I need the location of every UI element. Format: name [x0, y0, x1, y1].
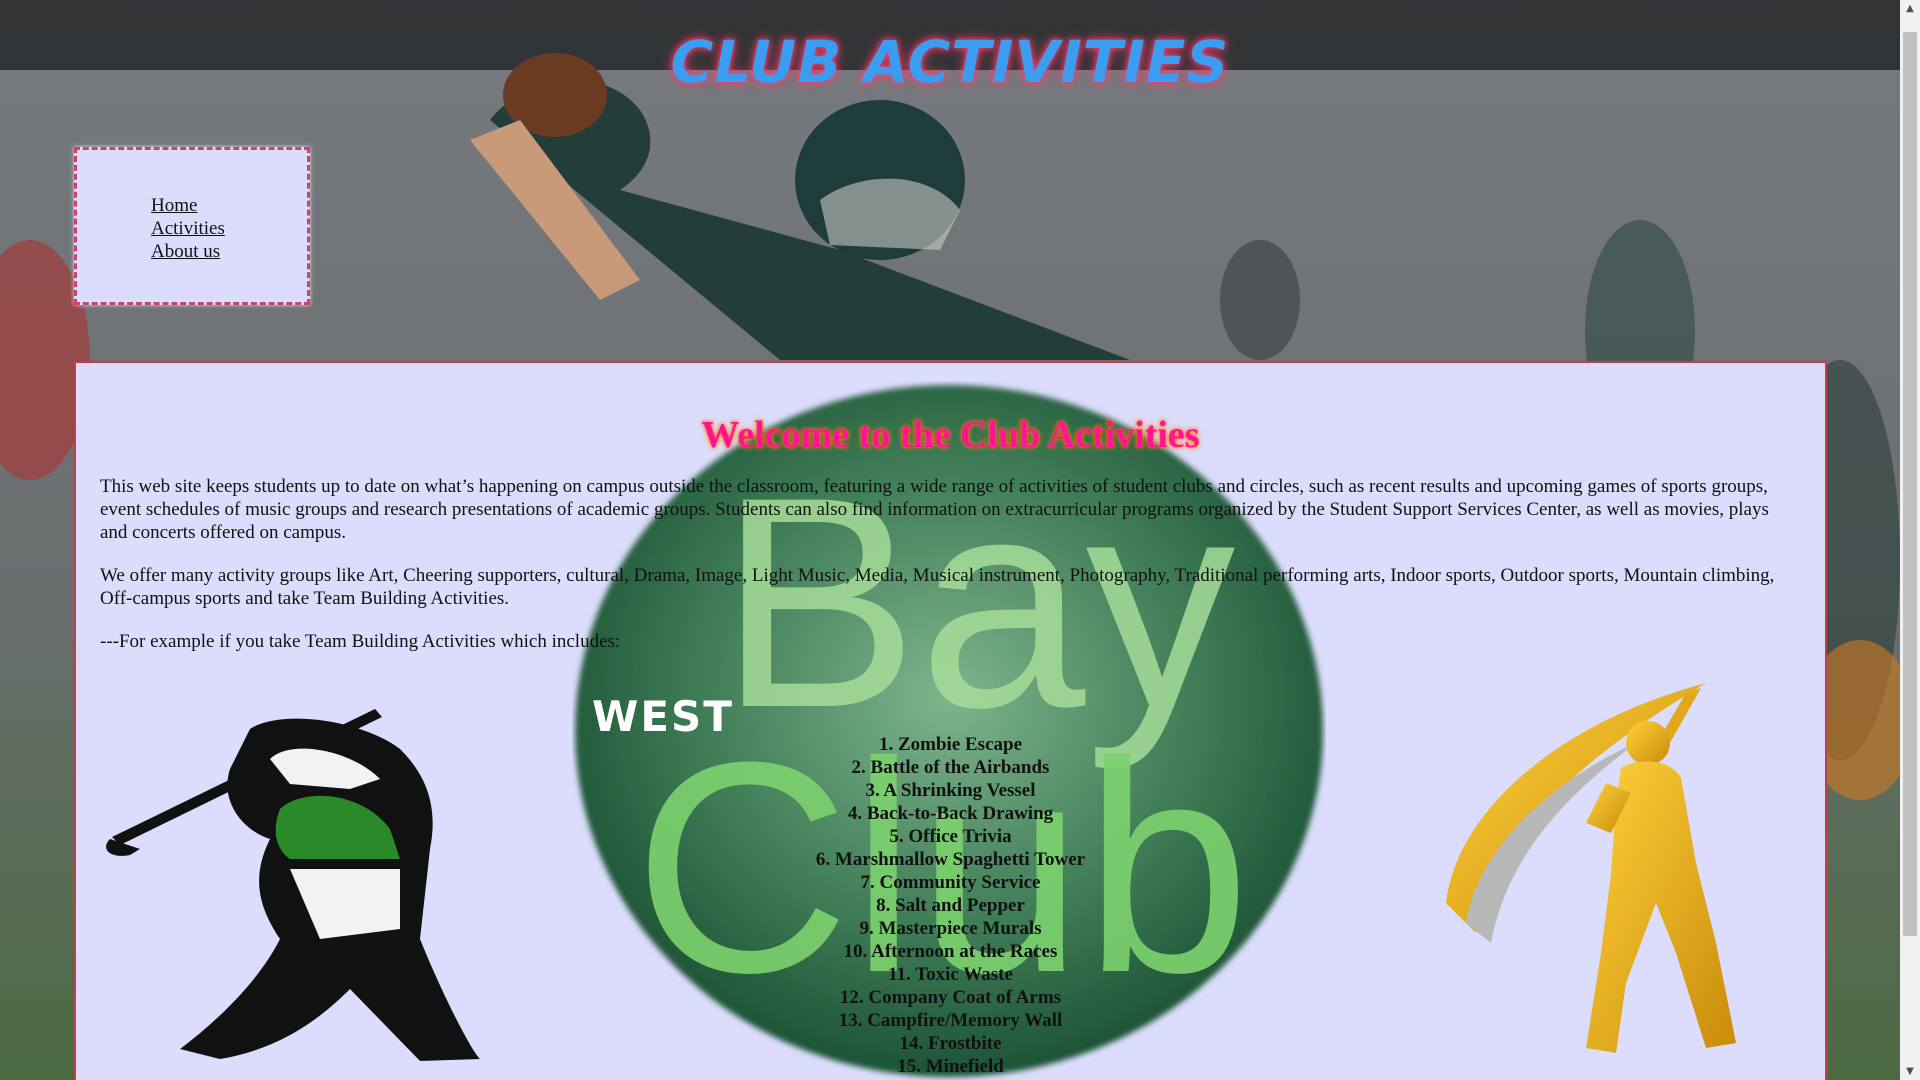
scrollbar-thumb[interactable]	[1903, 32, 1917, 936]
list-item: 1. Zombie Escape	[878, 734, 1023, 755]
list-item: 7. Community Service	[860, 872, 1041, 893]
nav-item-activities: Activities	[151, 217, 307, 240]
nav-item-home: Home	[151, 194, 307, 217]
team-building-intro: ---For example if you take Team Building…	[100, 631, 621, 652]
activity-groups-paragraph: We offer many activity groups like Art, …	[100, 565, 1775, 609]
vertical-scrollbar[interactable]: ▲ ▼	[1900, 0, 1920, 1080]
list-item: 15. Minefield	[897, 1056, 1004, 1077]
list-item: 8. Salt and Pepper	[876, 895, 1025, 916]
activities-list: 1. Zombie Escape 2. Battle of the Airban…	[76, 733, 1825, 1078]
list-item: 5. Office Trivia	[889, 826, 1012, 847]
list-item: 14. Frostbite	[899, 1033, 1002, 1054]
scroll-down-arrow-icon[interactable]: ▼	[1900, 1063, 1920, 1080]
welcome-heading: Welcome to the Club Activities	[701, 414, 1200, 456]
list-item: 13. Campfire/Memory Wall	[838, 1010, 1063, 1031]
list-item: 4. Back-to-Back Drawing	[847, 803, 1054, 824]
main-content-panel: Bay Club WEST Welcome to the Club Activi…	[74, 361, 1827, 1080]
list-item: 10. Afternoon at the Races	[843, 941, 1058, 962]
nav-link-home[interactable]: Home	[151, 195, 197, 216]
list-item: 12. Company Coat of Arms	[839, 987, 1062, 1008]
intro-paragraph: This web site keeps students up to date …	[100, 476, 1769, 543]
site-title: CLUB ACTIVITIES	[670, 28, 1230, 96]
list-item: 9. Masterpiece Murals	[859, 918, 1042, 939]
list-item: 11. Toxic Waste	[888, 964, 1013, 985]
nav-link-about-us[interactable]: About us	[151, 241, 220, 262]
list-item: 6. Marshmallow Spaghetti Tower	[815, 849, 1086, 870]
scroll-up-arrow-icon[interactable]: ▲	[1900, 0, 1920, 17]
nav-link-activities[interactable]: Activities	[151, 218, 225, 239]
list-item: 2. Battle of the Airbands	[851, 757, 1050, 778]
nav-menu: Home Activities About us	[74, 147, 310, 305]
list-item: 3. A Shrinking Vessel	[865, 780, 1036, 801]
nav-list: Home Activities About us	[77, 150, 307, 263]
nav-item-about-us: About us	[151, 240, 307, 263]
